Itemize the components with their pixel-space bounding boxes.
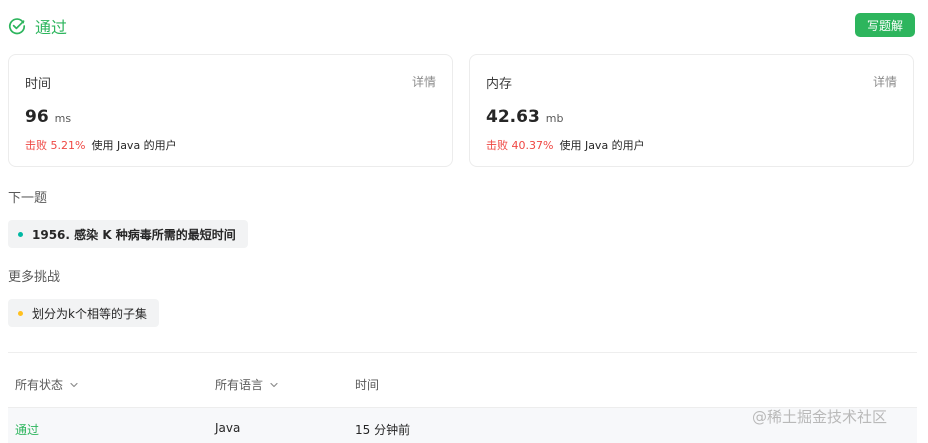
- next-problem-label: 下一题: [8, 191, 48, 206]
- time-column-label: 时间: [355, 378, 380, 392]
- runtime-label: 时间: [25, 77, 52, 92]
- memory-label: 内存: [486, 77, 513, 92]
- more-challenges-label: 更多挑战: [8, 270, 61, 285]
- submission-status-link[interactable]: 通过: [15, 421, 39, 438]
- runtime-unit: ms: [54, 112, 72, 125]
- write-solution-button[interactable]: 写题解: [855, 13, 915, 37]
- memory-card: 内存 详情 42.63 mb 击败 40.37% 使用 Java 的用户: [469, 54, 914, 167]
- memory-value: 42.63: [486, 107, 540, 127]
- language-filter-dropdown[interactable]: 所有语言: [215, 376, 279, 393]
- next-problem-title: 1956. 感染 K 种病毒所需的最短时间: [32, 227, 236, 242]
- submission-status: 通过: [8, 14, 67, 38]
- runtime-value: 96: [25, 107, 49, 127]
- memory-detail-link[interactable]: 详情: [873, 73, 897, 90]
- memory-beat-row: 击败 40.37% 使用 Java 的用户: [486, 137, 645, 153]
- status-text: 通过: [35, 18, 68, 37]
- watermark: @稀土掘金技术社区: [752, 408, 888, 426]
- next-problem-chip[interactable]: 1956. 感染 K 种病毒所需的最短时间: [8, 220, 248, 248]
- memory-beat-suffix: 使用 Java 的用户: [559, 139, 645, 152]
- runtime-beat-suffix: 使用 Java 的用户: [91, 139, 177, 152]
- memory-unit: mb: [545, 112, 564, 125]
- status-filter-label: 所有状态: [15, 378, 64, 392]
- divider: [8, 352, 917, 353]
- runtime-value-row: 96 ms: [25, 107, 71, 127]
- more-challenge-chip[interactable]: 划分为k个相等的子集: [8, 299, 159, 327]
- language-filter-label: 所有语言: [215, 378, 264, 392]
- runtime-beat-percent: 击败 5.21%: [25, 139, 86, 152]
- time-column-header: 时间: [355, 376, 379, 393]
- memory-beat-percent: 击败 40.37%: [486, 139, 554, 152]
- memory-value-row: 42.63 mb: [486, 107, 563, 127]
- submission-language: Java: [215, 421, 241, 435]
- difficulty-dot-icon: [18, 310, 23, 316]
- check-circle-icon: [9, 18, 26, 35]
- runtime-beat-row: 击败 5.21% 使用 Java 的用户: [25, 137, 177, 153]
- runtime-card: 时间 详情 96 ms 击败 5.21% 使用 Java 的用户: [8, 54, 453, 167]
- chevron-down-icon: [70, 382, 78, 387]
- more-challenge-title: 划分为k个相等的子集: [32, 306, 147, 321]
- difficulty-dot-icon: [18, 231, 23, 237]
- status-filter-dropdown[interactable]: 所有状态: [15, 376, 79, 393]
- chevron-down-icon: [270, 382, 278, 387]
- submission-time: 15 分钟前: [355, 423, 411, 437]
- runtime-detail-link[interactable]: 详情: [412, 73, 436, 90]
